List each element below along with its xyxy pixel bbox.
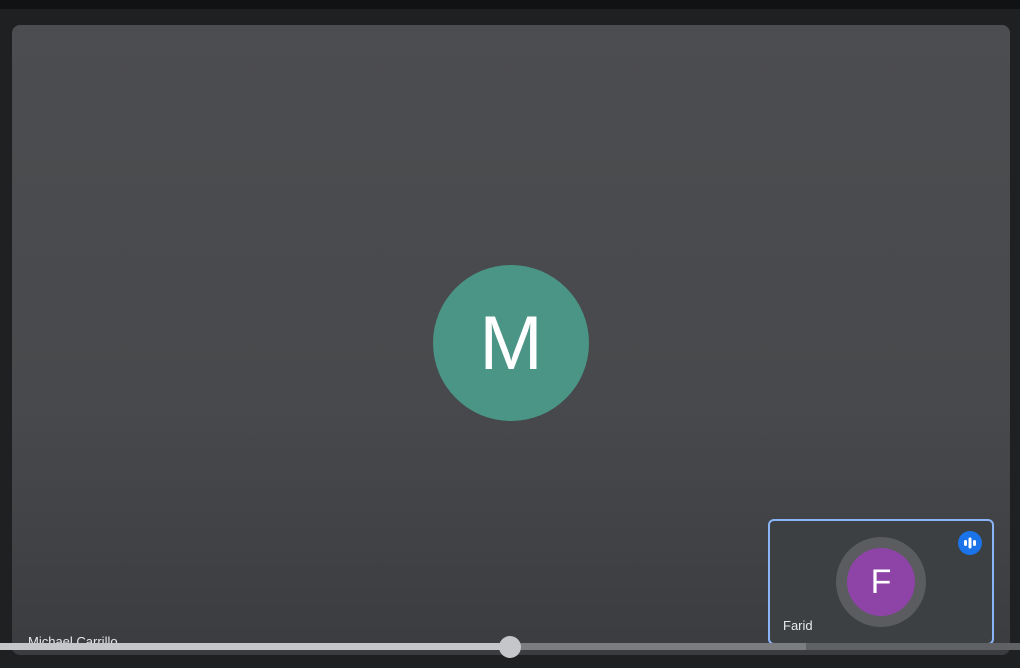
self-avatar: F bbox=[847, 548, 915, 616]
playback-scrubber-handle[interactable] bbox=[499, 636, 521, 658]
top-bar bbox=[0, 0, 1020, 9]
self-name: Farid bbox=[783, 618, 813, 633]
main-participant-avatar: M bbox=[433, 265, 589, 421]
audio-level-icon bbox=[958, 531, 982, 555]
main-participant-initial: M bbox=[479, 300, 543, 386]
self-initial: F bbox=[870, 562, 892, 601]
self-view-tile[interactable]: F Farid bbox=[768, 519, 994, 645]
playback-progress bbox=[0, 643, 510, 650]
